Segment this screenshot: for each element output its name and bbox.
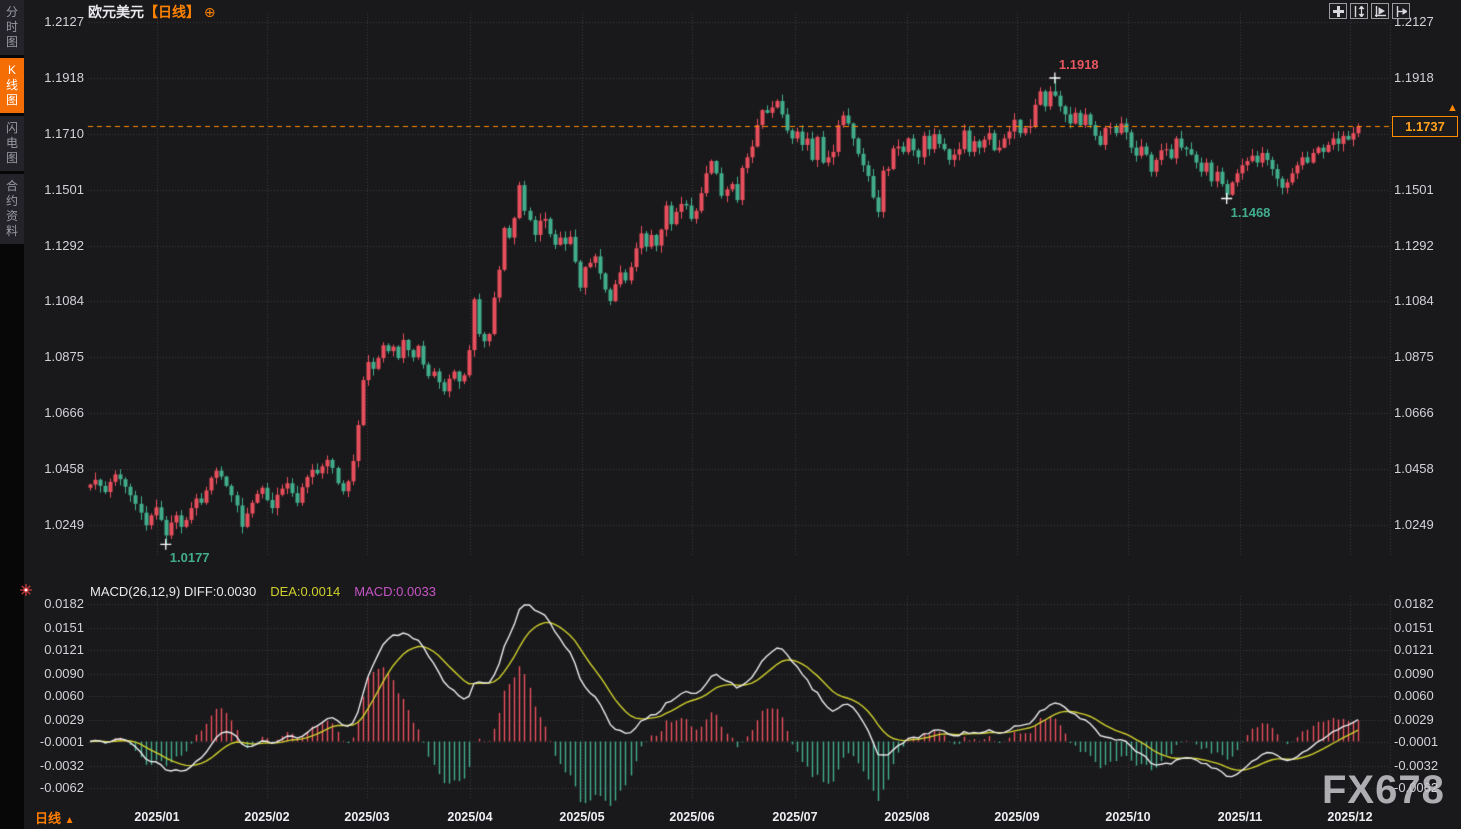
sidebar-tab-label: 分时图	[5, 5, 19, 50]
macd-axis-label-right: 0.0029	[1394, 712, 1434, 727]
price-axis-label-right: 1.1084	[1394, 293, 1434, 308]
x-axis-month-label: 2025/09	[982, 810, 1052, 824]
fx678-watermark: FX678	[1322, 768, 1445, 813]
x-axis-scale-icon[interactable]	[1371, 3, 1389, 19]
chart-type-sidebar: 分时图 K线图 闪电图 合约资料	[0, 0, 24, 829]
chart-app: 分时图 K线图 闪电图 合约资料 欧元美元【日线】 ⊕	[0, 0, 1461, 829]
price-axis-label-right: 1.0249	[1394, 517, 1434, 532]
period-up-triangle-icon: ▲	[65, 815, 75, 826]
price-axis-label-right: 1.0666	[1394, 405, 1434, 420]
sidebar-tab-label: 合约资料	[5, 179, 19, 239]
price-macd-chart-canvas[interactable]	[0, 0, 1461, 829]
price-axis-label-right: 1.1918	[1394, 70, 1434, 85]
y-axis-scale-icon[interactable]	[1350, 3, 1368, 19]
x-axis-month-label: 2025/08	[872, 810, 942, 824]
sidebar-tab-lightning-chart[interactable]: 闪电图	[0, 116, 24, 171]
macd-readout: MACD(26,12,9) DIFF:0.0030 DEA:0.0014 MACD:…	[90, 584, 436, 599]
x-axis-month-label: 2025/02	[232, 810, 302, 824]
period-label: 日线	[35, 811, 61, 826]
x-axis-month-label: 2025/03	[332, 810, 402, 824]
sidebar-tab-kline-chart[interactable]: K线图	[0, 58, 24, 113]
chart-header: 欧元美元【日线】 ⊕	[88, 3, 216, 21]
x-axis-month-label: 2025/06	[657, 810, 727, 824]
chart-toolbar	[1329, 3, 1410, 19]
price-axis-label-right: 1.0458	[1394, 461, 1434, 476]
macd-axis-label-right: -0.0001	[1394, 734, 1438, 749]
macd-axis-label-right: 0.0182	[1394, 596, 1434, 611]
reset-scale-icon[interactable]	[1392, 3, 1410, 19]
pan-icon[interactable]	[1329, 3, 1347, 19]
x-axis-month-label: 2025/05	[547, 810, 617, 824]
price-axis-label-right: 1.1292	[1394, 238, 1434, 253]
x-axis-month-label: 2025/04	[435, 810, 505, 824]
macd-dea-label: DEA:0.0014	[270, 584, 340, 599]
price-axis-label-right: 1.1501	[1394, 182, 1434, 197]
period-tag: 【日线】	[144, 4, 200, 20]
extreme-price-annotation: 1.1468	[1231, 205, 1271, 220]
x-axis-month-label: 2025/07	[760, 810, 830, 824]
extreme-price-annotation: 1.0177	[170, 550, 210, 565]
macd-axis-label-right: 0.0060	[1394, 688, 1434, 703]
sidebar-tab-contract-info[interactable]: 合约资料	[0, 174, 24, 244]
x-axis-month-label: 2025/10	[1093, 810, 1163, 824]
extreme-price-annotation: 1.1918	[1059, 57, 1099, 72]
macd-axis-label-right: 0.0090	[1394, 666, 1434, 681]
add-overlay-icon[interactable]: ⊕	[204, 4, 216, 20]
sidebar-tab-label: K线图	[5, 63, 19, 108]
macd-settings-icon[interactable]	[19, 583, 33, 597]
macd-axis-label-right: 0.0151	[1394, 620, 1434, 635]
macd-params-diff-label: MACD(26,12,9) DIFF:0.0030	[90, 584, 256, 599]
period-switcher[interactable]: 日线 ▲	[35, 808, 75, 827]
latest-price-arrow-icon[interactable]: ▲	[1447, 102, 1458, 114]
macd-hist-label: MACD:0.0033	[354, 584, 436, 599]
current-price-label: 1.1737	[1392, 116, 1458, 137]
x-axis-month-label: 2025/01	[122, 810, 192, 824]
price-axis-label-right: 1.0875	[1394, 349, 1434, 364]
symbol-title: 欧元美元	[88, 4, 144, 20]
sidebar-tab-label: 闪电图	[5, 121, 19, 166]
macd-axis-label-right: 0.0121	[1394, 642, 1434, 657]
sidebar-tab-time-chart[interactable]: 分时图	[0, 0, 24, 55]
x-axis-month-label: 2025/11	[1205, 810, 1275, 824]
